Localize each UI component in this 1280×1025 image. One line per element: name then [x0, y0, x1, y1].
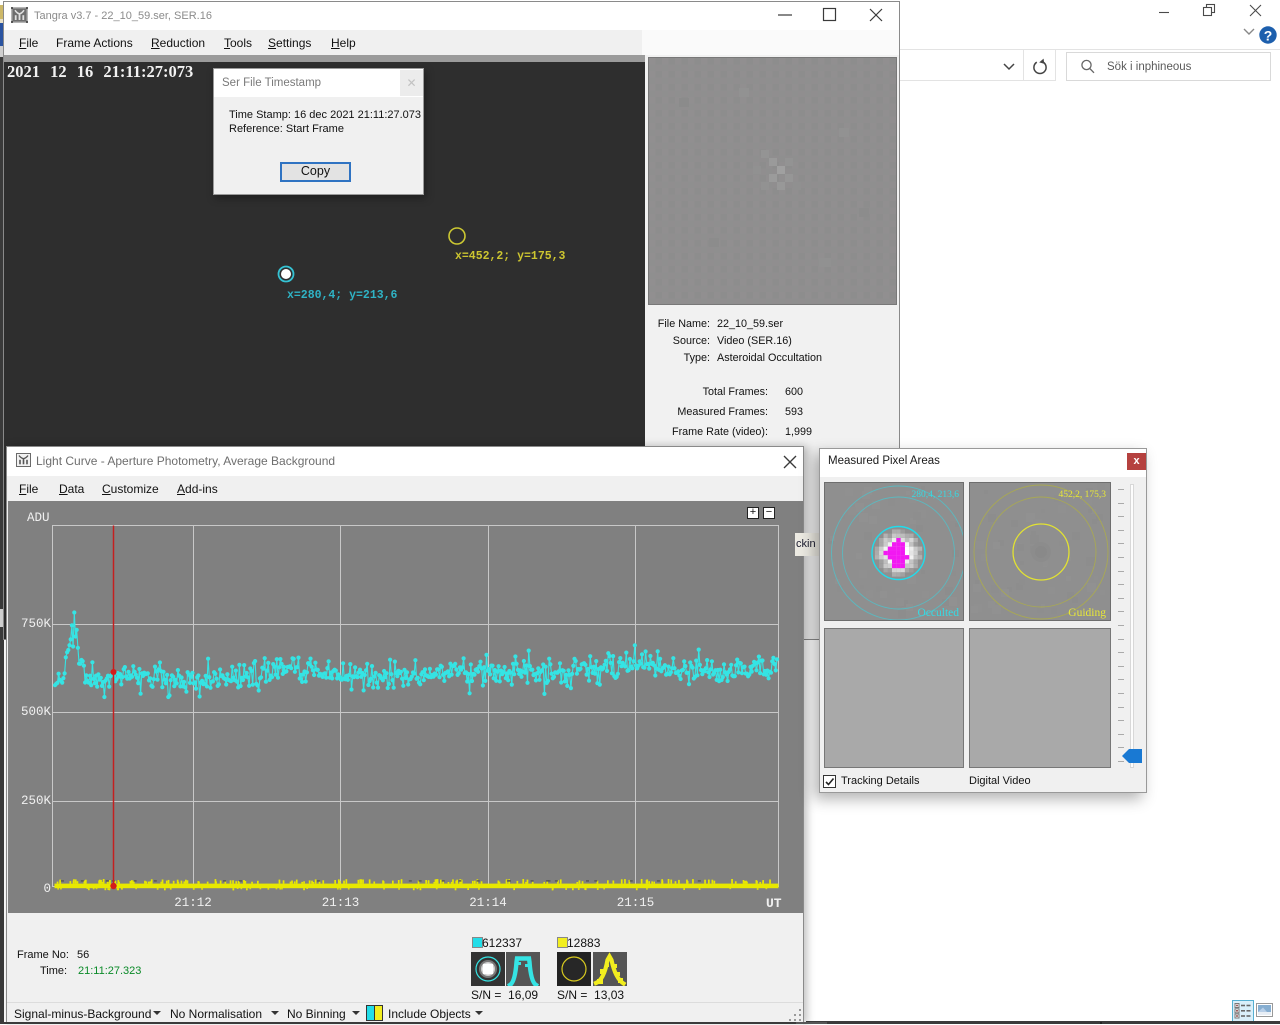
svg-text:Occulted: Occulted — [917, 607, 959, 619]
svg-text:?: ? — [1264, 28, 1273, 44]
svg-text:452,2, 175,3: 452,2, 175,3 — [1059, 490, 1107, 500]
svg-text:280,4, 213,6: 280,4, 213,6 — [912, 490, 960, 500]
svg-text:Guiding: Guiding — [1068, 607, 1106, 619]
